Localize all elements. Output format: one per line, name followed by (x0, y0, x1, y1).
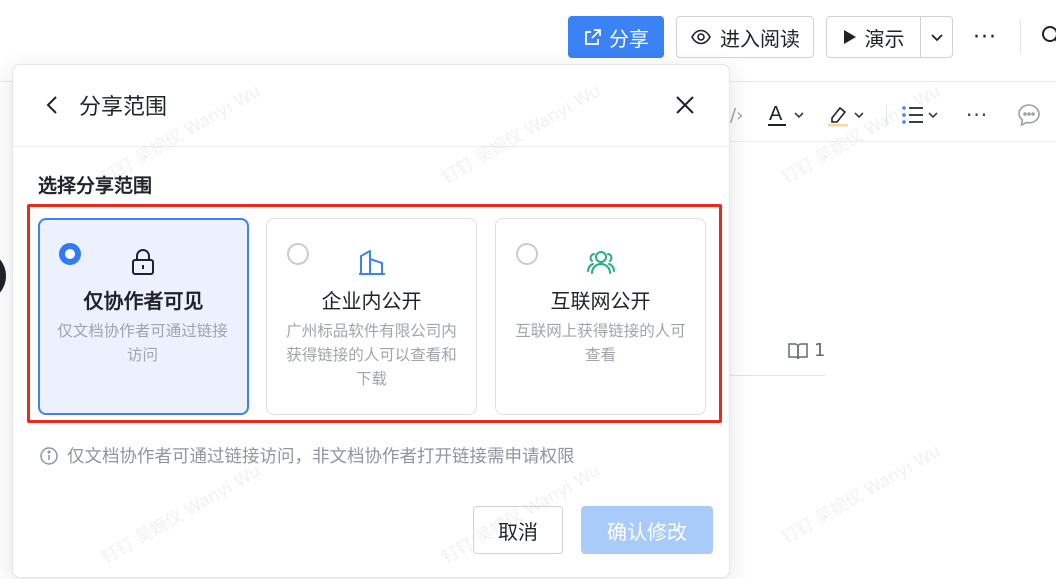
toolbar-divider (1020, 20, 1021, 54)
cancel-button[interactable]: 取消 (473, 506, 563, 554)
building-icon (358, 250, 385, 275)
radio-unselected[interactable] (287, 243, 309, 265)
lock-icon (131, 249, 154, 275)
watermark: 钉钉 吴婉仪 Wanyi Wu (778, 441, 945, 549)
option-description: 互联网上获得链接的人可查看 (515, 322, 686, 364)
option-internet-public[interactable]: 互联网公开 互联网上获得链接的人可查看 (495, 218, 706, 415)
highlight-button[interactable] (826, 100, 866, 130)
option-collaborators-only[interactable]: 仅协作者可见 仅文档协作者可通过链接访问 (38, 218, 249, 415)
present-button[interactable]: 演示 (827, 17, 920, 57)
comment-icon (1018, 104, 1040, 127)
dialog-title: 分享范围 (79, 95, 168, 120)
format-toolbar: /› A ··· (730, 88, 1056, 142)
option-title: 互联网公开 (550, 289, 651, 313)
option-description: 广州标品软件有限公司内获得链接的人可以查看和下载 (286, 322, 457, 388)
option-title: 企业内公开 (321, 289, 422, 313)
back-icon[interactable] (41, 93, 65, 117)
code-button[interactable]: /› (730, 100, 743, 130)
chevron-down-icon (794, 112, 804, 119)
option-title: 仅协作者可见 (83, 289, 204, 313)
confirm-button[interactable]: 确认修改 (581, 506, 713, 554)
share-scope-dialog: 分享范围 选择分享范围 仅协作者可见 仅文档协作者可通过链接访问 企业内公开 广… (12, 64, 730, 578)
option-description: 仅文档协作者可通过链接访问 (57, 322, 228, 364)
search-icon[interactable] (1040, 24, 1056, 48)
info-text: 仅文档协作者可通过链接访问，非文档协作者打开链接需申请权限 (67, 447, 575, 467)
present-dropdown-button[interactable] (920, 17, 952, 57)
format-more-button[interactable]: ··· (966, 100, 988, 130)
doc-divider (730, 375, 825, 376)
font-color-button[interactable]: A (766, 100, 806, 130)
list-button[interactable] (900, 100, 940, 130)
share-icon (585, 29, 601, 45)
dialog-header: 分享范围 (13, 65, 729, 147)
svg-text:A: A (769, 103, 783, 125)
section-label: 选择分享范围 (38, 175, 153, 197)
enter-reading-label: 进入阅读 (720, 26, 800, 51)
option-enterprise-public[interactable]: 企业内公开 广州标品软件有限公司内获得链接的人可以查看和下载 (266, 218, 477, 415)
eye-icon (691, 29, 711, 45)
present-label: 演示 (864, 26, 905, 51)
chevron-down-icon (854, 112, 864, 119)
enter-reading-button[interactable]: 进入阅读 (676, 16, 814, 58)
toolbar-divider (886, 104, 887, 126)
info-hint: 仅文档协作者可通过链接访问，非文档协作者打开链接需申请权限 (39, 443, 575, 468)
book-count-value: 1 (814, 340, 826, 361)
book-count: 1 (788, 340, 825, 361)
play-icon (843, 30, 856, 44)
avatar (0, 250, 6, 302)
radio-selected[interactable] (59, 243, 81, 265)
share-button[interactable]: 分享 (568, 16, 664, 58)
book-icon (788, 342, 808, 359)
more-options-button[interactable]: ··· (968, 20, 1002, 54)
share-button-label: 分享 (609, 26, 649, 51)
list-icon (902, 106, 923, 124)
chevron-down-icon (928, 112, 938, 119)
font-color-icon: A (768, 103, 786, 126)
comment-button[interactable] (1016, 100, 1042, 130)
present-button-group: 演示 (826, 16, 953, 58)
users-icon (586, 251, 615, 274)
highlighter-icon (828, 106, 848, 127)
chevron-down-icon (930, 34, 943, 42)
close-icon[interactable] (673, 93, 697, 117)
info-icon (40, 446, 58, 465)
radio-unselected[interactable] (516, 243, 538, 265)
